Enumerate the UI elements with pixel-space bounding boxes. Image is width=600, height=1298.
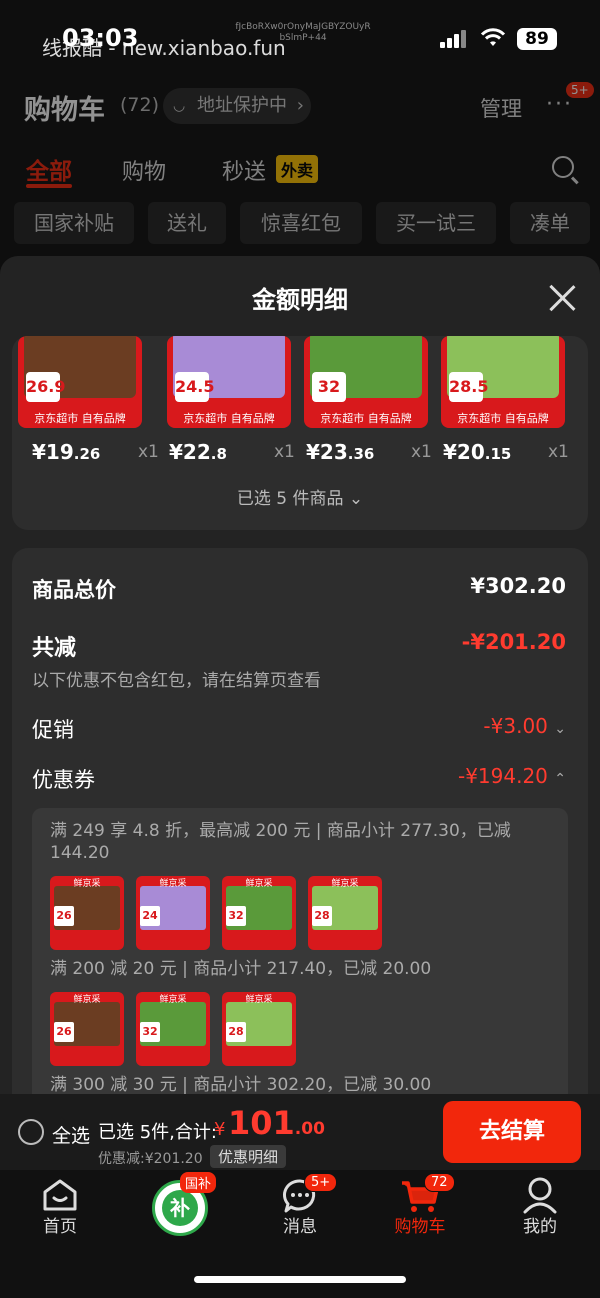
tab-indicator <box>26 184 72 188</box>
product-brand-label: 京东超市 自有品牌 <box>183 412 275 425</box>
search-icon[interactable] <box>552 156 574 178</box>
message-badge: 5+ <box>304 1173 338 1192</box>
selected-products-card: 26.9 京东超市 自有品牌 24.5 京东超市 自有品牌 32 京东超市 自有… <box>12 336 588 530</box>
tab-shopping[interactable]: 购物 <box>122 154 166 186</box>
product-badge-price: 32 <box>312 372 346 402</box>
coupon-product-thumb: 鲜京采 26 <box>50 876 124 950</box>
nav-message-label[interactable]: 消息 <box>260 1212 340 1237</box>
total-currency: ¥ <box>214 1119 226 1140</box>
product-price: ¥22.8 <box>169 440 227 464</box>
amount-detail-sheet: 金额明细 26.9 京东超市 自有品牌 24.5 京东超市 自有品牌 32 京东… <box>0 256 600 1116</box>
product-qty: x1 <box>548 442 569 462</box>
reduce-value: -¥201.20 <box>461 630 566 654</box>
product-brand-label: 京东超市 自有品牌 <box>34 412 126 425</box>
nav-cart-label[interactable]: 购物车 <box>380 1212 460 1237</box>
screen: 线报酷 - new.xianbao.fun 03:03 fJcBoRXw0rOn… <box>0 0 600 1298</box>
discount-detail-button[interactable]: 优惠明细 <box>210 1145 287 1168</box>
coupon-rule: 满 200 减 20 元 | 商品小计 217.40，已减 20.00 <box>50 959 432 979</box>
coupon-product-thumb: 鲜京采 24 <box>136 876 210 950</box>
signal-icon <box>440 30 468 48</box>
select-all-label[interactable]: 全选 <box>52 1121 90 1148</box>
product-image[interactable]: 24.5 京东超市 自有品牌 <box>167 336 291 428</box>
product-image[interactable]: 26.9 京东超市 自有品牌 <box>18 336 142 428</box>
nav-home-label[interactable]: 首页 <box>20 1212 100 1237</box>
close-icon[interactable] <box>548 284 576 312</box>
chip-gift[interactable]: 送礼 <box>148 202 226 244</box>
chip-red-packet[interactable]: 惊喜红包 <box>240 202 362 244</box>
reduce-note: 以下优惠不包含红包，请在结算页查看 <box>32 671 321 691</box>
address-protection-button[interactable]: ◡ 地址保护中 › <box>163 88 311 124</box>
subsidy-tag: 国补 <box>180 1172 217 1193</box>
product-badge-price: 26.9 <box>26 372 65 402</box>
tiny-watermark: fJcBoRXw0rOnyMaJGBYZOUyR bSlmP+44 <box>235 22 371 43</box>
sheet-title: 金额明细 <box>252 286 348 314</box>
tab-all[interactable]: 全部 <box>26 152 72 186</box>
coupon-value: -¥194.20 <box>457 764 548 788</box>
more-badge: 5+ <box>566 82 594 98</box>
promo-label: 促销 <box>32 718 74 742</box>
chip-national-subsidy[interactable]: 国家补贴 <box>14 202 134 244</box>
reduce-label: 共减 <box>32 636 77 661</box>
address-label: 地址保护中 <box>197 95 287 116</box>
price-breakdown-card: 商品总价 ¥302.20 共减 -¥201.20 以下优惠不包含红包，请在结算页… <box>12 548 588 1116</box>
chip-add-on[interactable]: 凑单 <box>510 202 590 244</box>
coupon-product-thumb: 鲜京采 28 <box>308 876 382 950</box>
coupon-label: 优惠券 <box>32 768 95 792</box>
battery-indicator: 89 <box>517 28 557 50</box>
coupon-product-thumb: 鲜京采 26 <box>50 992 124 1066</box>
coupon-rule: 满 249 享 4.8 折，最高减 200 元 | 商品小计 277.30，已减… <box>50 821 511 863</box>
product-price: ¥20.15 <box>443 440 512 464</box>
coupon-row-toggle[interactable]: -¥194.20 ⌃ <box>458 764 566 788</box>
selected-count-toggle[interactable]: 已选 5 件商品 ⌄ <box>12 484 588 509</box>
status-time: 03:03 <box>62 24 139 52</box>
nav-profile-label[interactable]: 我的 <box>500 1212 580 1237</box>
subsidy-icon: 补 <box>162 1190 198 1226</box>
coupon-product-thumb: 鲜京采 32 <box>136 992 210 1066</box>
total-amount: 101.00 <box>228 1104 325 1142</box>
waimai-tag: 外卖 <box>276 155 319 183</box>
coupon-product-thumb: 鲜京采 32 <box>222 876 296 950</box>
chevron-down-icon: ⌄ <box>348 489 364 509</box>
wifi-icon <box>480 28 506 46</box>
chip-try-three[interactable]: 买一试三 <box>376 202 496 244</box>
chevron-up-icon: ⌃ <box>554 771 566 787</box>
select-all-radio[interactable] <box>18 1119 44 1145</box>
selected-count-label: 已选 5 件商品 <box>236 489 344 509</box>
promo-value: -¥3.00 <box>483 714 548 738</box>
home-icon[interactable] <box>42 1178 78 1212</box>
product-image[interactable]: 32 京东超市 自有品牌 <box>304 336 428 428</box>
product-badge-price: 24.5 <box>175 372 214 402</box>
discount-summary: 优惠减:¥201.20 <box>98 1151 203 1167</box>
product-qty: x1 <box>138 442 159 462</box>
cart-count: (72) <box>120 94 160 116</box>
smile-icon: ◡ <box>173 98 186 114</box>
tab-fast-delivery[interactable]: 秒送 <box>222 154 266 186</box>
total-label: 商品总价 <box>32 578 116 602</box>
checkout-button[interactable]: 去结算 <box>443 1101 581 1163</box>
coupon-detail-box: 满 249 享 4.8 折，最高减 200 元 | 商品小计 277.30，已减… <box>32 808 568 1116</box>
product-image[interactable]: 28.5 京东超市 自有品牌 <box>441 336 565 428</box>
total-value: ¥302.20 <box>470 574 566 598</box>
promo-row-toggle[interactable]: -¥3.00 ⌄ <box>483 714 566 738</box>
page-title: 购物车 <box>24 95 105 126</box>
product-brand-label: 京东超市 自有品牌 <box>457 412 549 425</box>
cart-badge: 72 <box>424 1173 455 1192</box>
product-price: ¥19.26 <box>32 440 101 464</box>
chosen-summary: 已选 5件,合计: <box>98 1122 217 1143</box>
manage-button[interactable]: 管理 <box>480 93 522 123</box>
product-price: ¥23.36 <box>306 440 375 464</box>
home-indicator <box>194 1276 406 1283</box>
product-brand-label: 京东超市 自有品牌 <box>320 412 412 425</box>
coupon-product-thumb: 鲜京采 28 <box>222 992 296 1066</box>
chevron-right-icon: › <box>296 95 304 116</box>
product-qty: x1 <box>274 442 295 462</box>
coupon-rule: 满 300 减 30 元 | 商品小计 302.20，已减 30.00 <box>50 1075 432 1095</box>
product-badge-price: 28.5 <box>449 372 488 402</box>
profile-icon[interactable] <box>522 1176 558 1214</box>
chevron-down-icon: ⌄ <box>554 721 566 737</box>
product-qty: x1 <box>411 442 432 462</box>
